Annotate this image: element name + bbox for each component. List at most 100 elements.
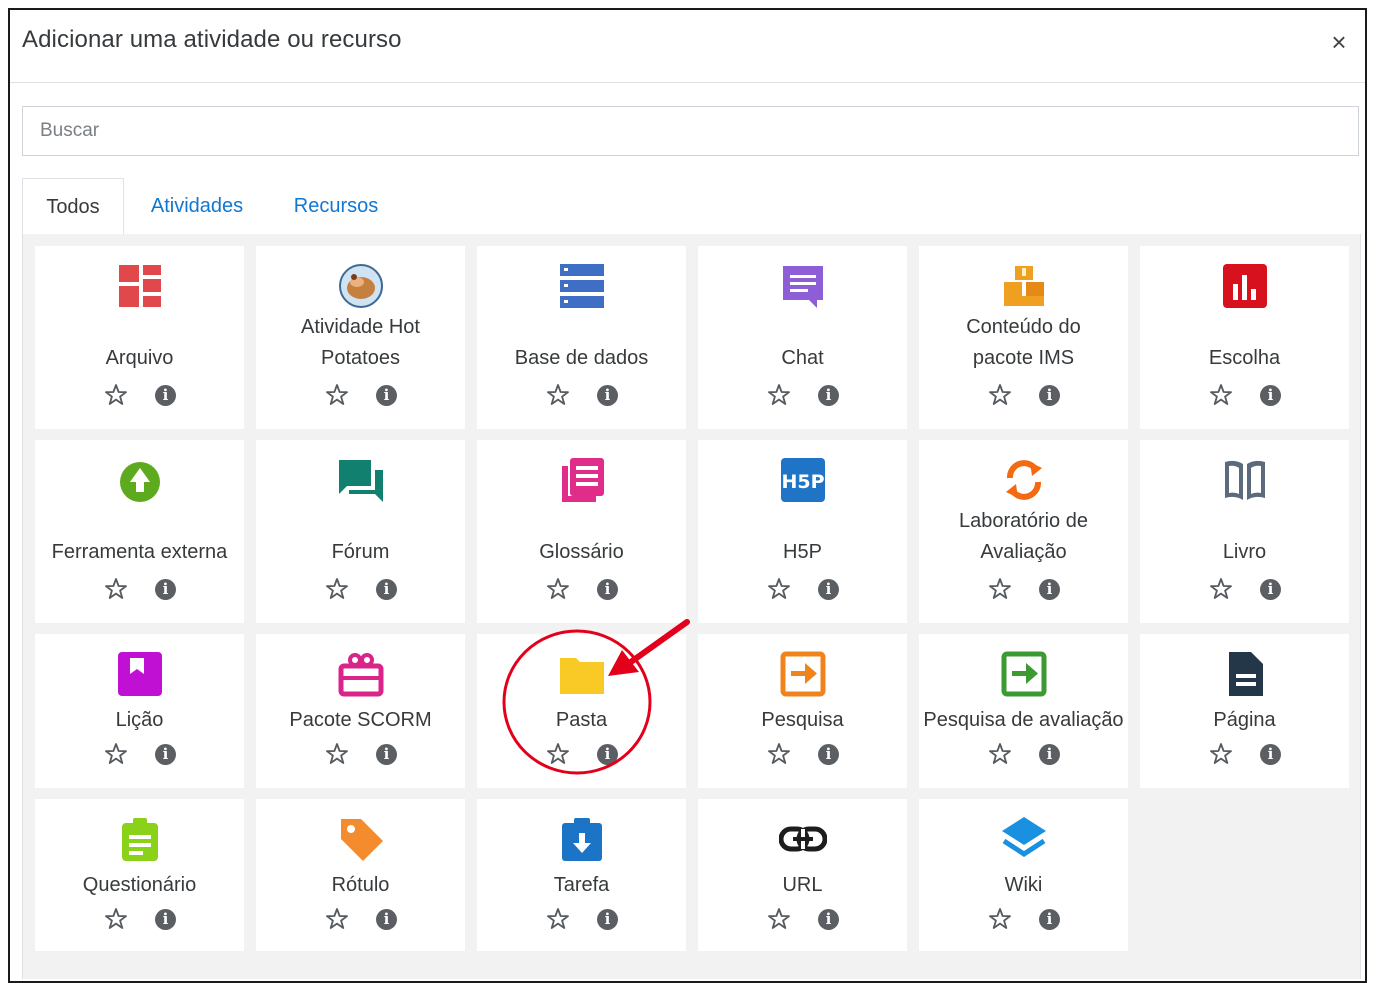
close-button[interactable]: × [1325,28,1353,56]
info-icon[interactable]: i [1260,579,1281,600]
module-tile-workshop[interactable]: Laboratório de Avaliação i [919,440,1128,623]
star-favourite-icon[interactable] [326,742,348,766]
star-favourite-icon[interactable] [768,577,790,601]
info-icon[interactable]: i [155,579,176,600]
module-tile-feedback[interactable]: Pesquisa de avaliação i [919,634,1128,788]
info-icon[interactable]: i [376,579,397,600]
info-icon[interactable]: i [818,909,839,930]
info-icon[interactable]: i [597,579,618,600]
star-favourite-icon[interactable] [547,383,569,407]
star-favourite-icon[interactable] [326,907,348,931]
modules-grid: Arquivo i Atividade Hot Potatoes i Base de d… [35,246,1349,951]
h5p-icon: H5P [779,456,827,504]
star-favourite-icon[interactable] [105,742,127,766]
star-favourite-icon[interactable] [547,907,569,931]
star-favourite-icon[interactable] [989,383,1011,407]
info-icon[interactable]: i [376,909,397,930]
module-actions: i [698,383,907,413]
module-tile-wiki-layers[interactable]: Wiki i [919,799,1128,951]
info-icon[interactable]: i [155,744,176,765]
module-tile-folder[interactable]: Pasta i [477,634,686,788]
info-icon[interactable]: i [597,744,618,765]
module-actions: i [35,742,244,772]
module-tile-h5p[interactable]: H5P H5P i [698,440,907,623]
workshop-icon [1000,456,1048,504]
star-favourite-icon[interactable] [989,742,1011,766]
info-icon[interactable]: i [1260,744,1281,765]
star-favourite-icon[interactable] [989,907,1011,931]
star-favourite-icon[interactable] [768,742,790,766]
module-name: Base de dados [514,347,649,369]
module-name: Página [1213,709,1276,731]
info-icon[interactable]: i [818,744,839,765]
module-name: Pacote SCORM [289,709,432,731]
module-actions: i [477,907,686,937]
info-icon[interactable]: i [818,579,839,600]
module-tile-page[interactable]: Página i [1140,634,1349,788]
module-name: Glossário [539,541,624,563]
module-tile-database[interactable]: Base de dados i [477,246,686,429]
module-tile-glossary[interactable]: Glossário i [477,440,686,623]
module-tile-ims-package[interactable]: Conteúdo do pacote IMS i [919,246,1128,429]
module-actions: i [919,577,1128,607]
info-icon[interactable]: i [1039,909,1060,930]
module-name: Pesquisa [761,709,844,731]
module-tile-url-link[interactable]: URL i [698,799,907,951]
tab-atividades[interactable]: Atividades [142,178,252,234]
star-favourite-icon[interactable] [1210,577,1232,601]
tab-bar: Todos Atividades Recursos [22,178,1359,235]
module-name: Questionário [82,874,197,896]
module-tile-survey[interactable]: Pesquisa i [698,634,907,788]
star-favourite-icon[interactable] [326,383,348,407]
page-icon [1221,650,1269,698]
module-actions: i [919,383,1128,413]
module-tile-assignment[interactable]: Tarefa i [477,799,686,951]
star-favourite-icon[interactable] [768,907,790,931]
tab-todos[interactable]: Todos [22,178,124,235]
module-actions: i [256,577,465,607]
info-icon[interactable]: i [376,744,397,765]
module-tile-lesson[interactable]: Lição i [35,634,244,788]
search-input[interactable] [22,106,1359,156]
info-icon[interactable]: i [1260,385,1281,406]
star-favourite-icon[interactable] [105,383,127,407]
star-favourite-icon[interactable] [547,742,569,766]
module-name: Escolha [1208,347,1281,369]
forum-icon [337,456,385,504]
info-icon[interactable]: i [155,385,176,406]
module-tile-label-tag[interactable]: Rótulo i [256,799,465,951]
info-icon[interactable]: i [1039,385,1060,406]
module-name: Arquivo [105,347,174,369]
module-tile-choice-chart[interactable]: Escolha i [1140,246,1349,429]
module-tile-quiz[interactable]: Questionário i [35,799,244,951]
info-icon[interactable]: i [155,909,176,930]
module-name: Pesquisa de avaliação [923,709,1124,731]
info-icon[interactable]: i [1039,579,1060,600]
star-favourite-icon[interactable] [989,577,1011,601]
module-tile-external-tool[interactable]: Ferramenta externa i [35,440,244,623]
module-tile-file[interactable]: Arquivo i [35,246,244,429]
module-tile-hot-potatoes[interactable]: Atividade Hot Potatoes i [256,246,465,429]
module-actions: i [1140,577,1349,607]
star-favourite-icon[interactable] [1210,742,1232,766]
module-tile-scorm[interactable]: Pacote SCORM i [256,634,465,788]
info-icon[interactable]: i [376,385,397,406]
star-favourite-icon[interactable] [326,577,348,601]
star-favourite-icon[interactable] [105,907,127,931]
module-actions: i [1140,383,1349,413]
module-tile-forum[interactable]: Fórum i [256,440,465,623]
tab-recursos[interactable]: Recursos [286,178,386,234]
module-name: Wiki [1004,874,1043,896]
info-icon[interactable]: i [818,385,839,406]
star-favourite-icon[interactable] [768,383,790,407]
modules-panel: Arquivo i Atividade Hot Potatoes i Base de d… [22,234,1361,979]
star-favourite-icon[interactable] [1210,383,1232,407]
info-icon[interactable]: i [597,909,618,930]
info-icon[interactable]: i [1039,744,1060,765]
star-favourite-icon[interactable] [547,577,569,601]
label-tag-icon [337,815,385,863]
star-favourite-icon[interactable] [105,577,127,601]
module-tile-chat[interactable]: Chat i [698,246,907,429]
module-tile-book[interactable]: Livro i [1140,440,1349,623]
info-icon[interactable]: i [597,385,618,406]
